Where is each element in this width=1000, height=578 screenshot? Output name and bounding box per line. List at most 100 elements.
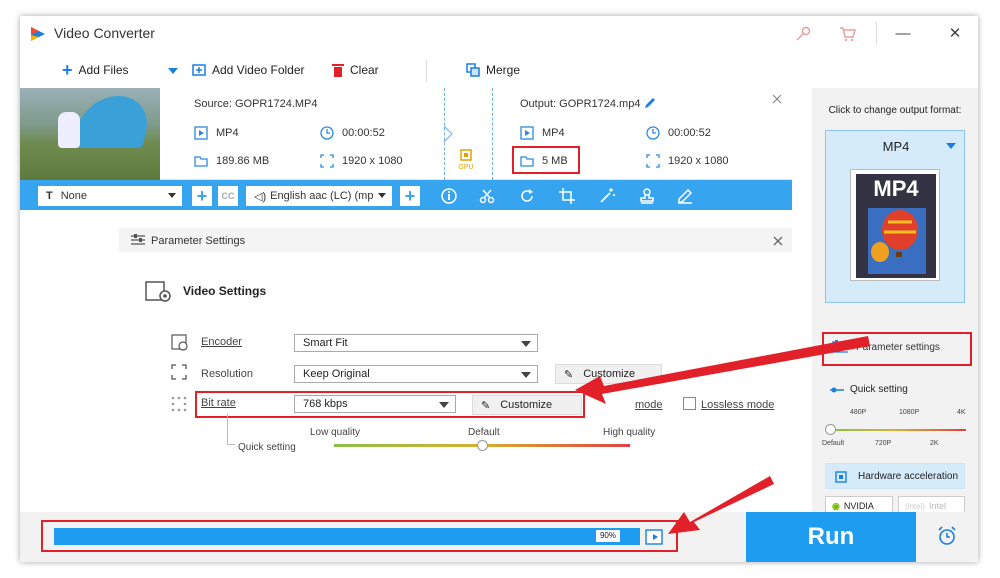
rotate-icon[interactable] <box>518 187 536 205</box>
alarm-clock-icon[interactable] <box>936 525 958 547</box>
cc-icon[interactable]: CC <box>218 186 238 206</box>
scissors-icon[interactable] <box>478 187 496 205</box>
app-title: Video Converter <box>54 25 155 41</box>
cart-icon[interactable] <box>838 25 856 43</box>
low-quality-label: Low quality <box>310 427 361 438</box>
convert-arrow-icon <box>444 126 492 142</box>
settings-sliders-icon <box>832 340 848 353</box>
resolution-icon <box>646 154 660 168</box>
speaker-icon: ◁) <box>254 190 267 203</box>
source-format: MP4 <box>216 127 239 139</box>
edit-name-icon[interactable] <box>644 97 656 109</box>
video-thumbnail[interactable] <box>20 88 160 180</box>
key-icon[interactable] <box>794 25 812 43</box>
close-window-button[interactable]: ✕ <box>944 23 966 45</box>
effects-wand-icon[interactable] <box>598 187 616 205</box>
clock-icon <box>646 126 660 140</box>
merge-icon <box>466 63 480 77</box>
app-logo-icon <box>31 27 45 41</box>
quick-setting-label: Quick setting <box>238 442 296 453</box>
tick-default: Default <box>822 440 845 447</box>
tick-2k: 2K <box>930 440 939 447</box>
video-settings-title: Video Settings <box>183 284 267 298</box>
add-video-folder-button[interactable]: Add Video Folder <box>192 63 305 77</box>
high-quality-label: High quality <box>603 427 656 438</box>
resolution-quick-slider-track[interactable] <box>830 429 966 431</box>
video-file-icon <box>520 126 534 140</box>
add-files-dropdown-icon[interactable] <box>168 68 178 76</box>
chip-icon <box>835 471 847 483</box>
hot-air-balloon-icon <box>868 208 926 274</box>
mp4-format-image: MP4 <box>850 169 940 281</box>
minimize-button[interactable]: — <box>892 23 914 45</box>
intel-logo-icon: (intel) <box>905 501 926 511</box>
parameter-settings-panel: Parameter Settings Video Settings Encode… <box>119 228 792 453</box>
lossless-mode-label[interactable]: Lossless mode <box>701 399 774 411</box>
crop-icon[interactable] <box>558 187 576 205</box>
clear-button[interactable]: Clear <box>332 63 379 77</box>
video-file-icon <box>194 126 208 140</box>
output-duration: 00:00:52 <box>668 127 711 139</box>
resolution-select[interactable]: Keep Original <box>294 365 538 383</box>
gpu-icon[interactable]: GPU <box>456 148 476 172</box>
quality-slider-knob[interactable] <box>477 440 488 451</box>
merge-button[interactable]: Merge <box>466 63 520 77</box>
text-icon: T <box>46 190 53 202</box>
nvidia-logo-icon: ◉ <box>832 500 840 511</box>
encoder-select[interactable]: Smart Fit <box>294 334 538 352</box>
quick-setting-label: Quick setting <box>850 384 908 395</box>
title-bar: Video Converter — ✕ <box>20 16 978 52</box>
encoder-label[interactable]: Encoder <box>201 336 242 348</box>
hardware-acceleration-button[interactable]: Hardware acceleration <box>825 463 965 489</box>
add-subtitle-button[interactable]: + <box>192 186 212 206</box>
edit-pen-icon[interactable] <box>676 187 694 205</box>
parameter-settings-title: Parameter Settings <box>151 235 246 247</box>
app-window: Video Converter — ✕ + Add Files Add Vide… <box>20 16 978 562</box>
settings-sliders-icon <box>131 234 145 245</box>
resolution-label: Resolution <box>201 368 253 380</box>
tick-1080p: 1080P <box>899 409 920 416</box>
progress-percent: 90% <box>596 530 620 542</box>
source-duration: 00:00:52 <box>342 127 385 139</box>
conversion-progress-bar: 90% <box>54 528 640 545</box>
tick-4k: 4K <box>957 409 966 416</box>
output-format-selector[interactable]: MP4 MP4 <box>825 130 965 303</box>
watermark-stamp-icon[interactable] <box>638 187 656 205</box>
source-resolution: 1920 x 1080 <box>342 155 403 167</box>
chevron-down-icon <box>946 143 956 149</box>
video-settings-icon <box>145 281 171 302</box>
encoder-icon <box>171 334 188 351</box>
add-audio-button[interactable]: + <box>400 186 420 206</box>
plus-icon: + <box>62 60 73 80</box>
add-folder-icon <box>192 64 206 76</box>
clock-icon <box>320 126 334 140</box>
output-filename: Output: GOPR1724.mp4 <box>520 98 641 110</box>
tick-480p: 480P <box>850 409 867 416</box>
close-panel-icon[interactable] <box>773 236 783 246</box>
pencil-icon: ✎ <box>564 368 574 381</box>
output-resolution: 1920 x 1080 <box>668 155 729 167</box>
default-quality-label: Default <box>468 427 500 438</box>
resolution-customize-button[interactable]: ✎ Customize <box>555 364 662 384</box>
source-size: 189.86 MB <box>216 155 270 167</box>
open-output-folder-icon[interactable] <box>645 529 663 545</box>
bottom-bar: 90% Run <box>20 512 978 562</box>
resolution-icon <box>320 154 334 168</box>
lossless-checkbox[interactable] <box>683 397 696 410</box>
run-button[interactable]: Run <box>746 512 916 562</box>
resolution-quick-slider-knob[interactable] <box>825 424 836 435</box>
add-files-button[interactable]: + Add Files <box>62 60 129 80</box>
info-icon[interactable] <box>440 187 458 205</box>
subtitle-select[interactable]: T None <box>38 186 182 206</box>
main-toolbar: + Add Files Add Video Folder Clear Merge <box>20 56 810 86</box>
resolution-icon <box>171 364 187 380</box>
remove-file-icon[interactable] <box>772 94 782 104</box>
audio-track-select[interactable]: ◁) English aac (LC) (mp <box>246 186 392 206</box>
bitrate-icon <box>171 396 187 412</box>
bitrate-highlight <box>195 391 585 418</box>
parameter-settings-button[interactable]: Parameter settings <box>832 340 940 354</box>
edit-toolbar: T None + CC ◁) English aac (LC) (mp + <box>20 180 792 210</box>
output-format-panel: Click to change output format: MP4 MP4 P… <box>812 88 978 516</box>
output-format-prompt: Click to change output format: <box>828 105 962 116</box>
mode-option-partial[interactable]: mode <box>635 399 663 411</box>
